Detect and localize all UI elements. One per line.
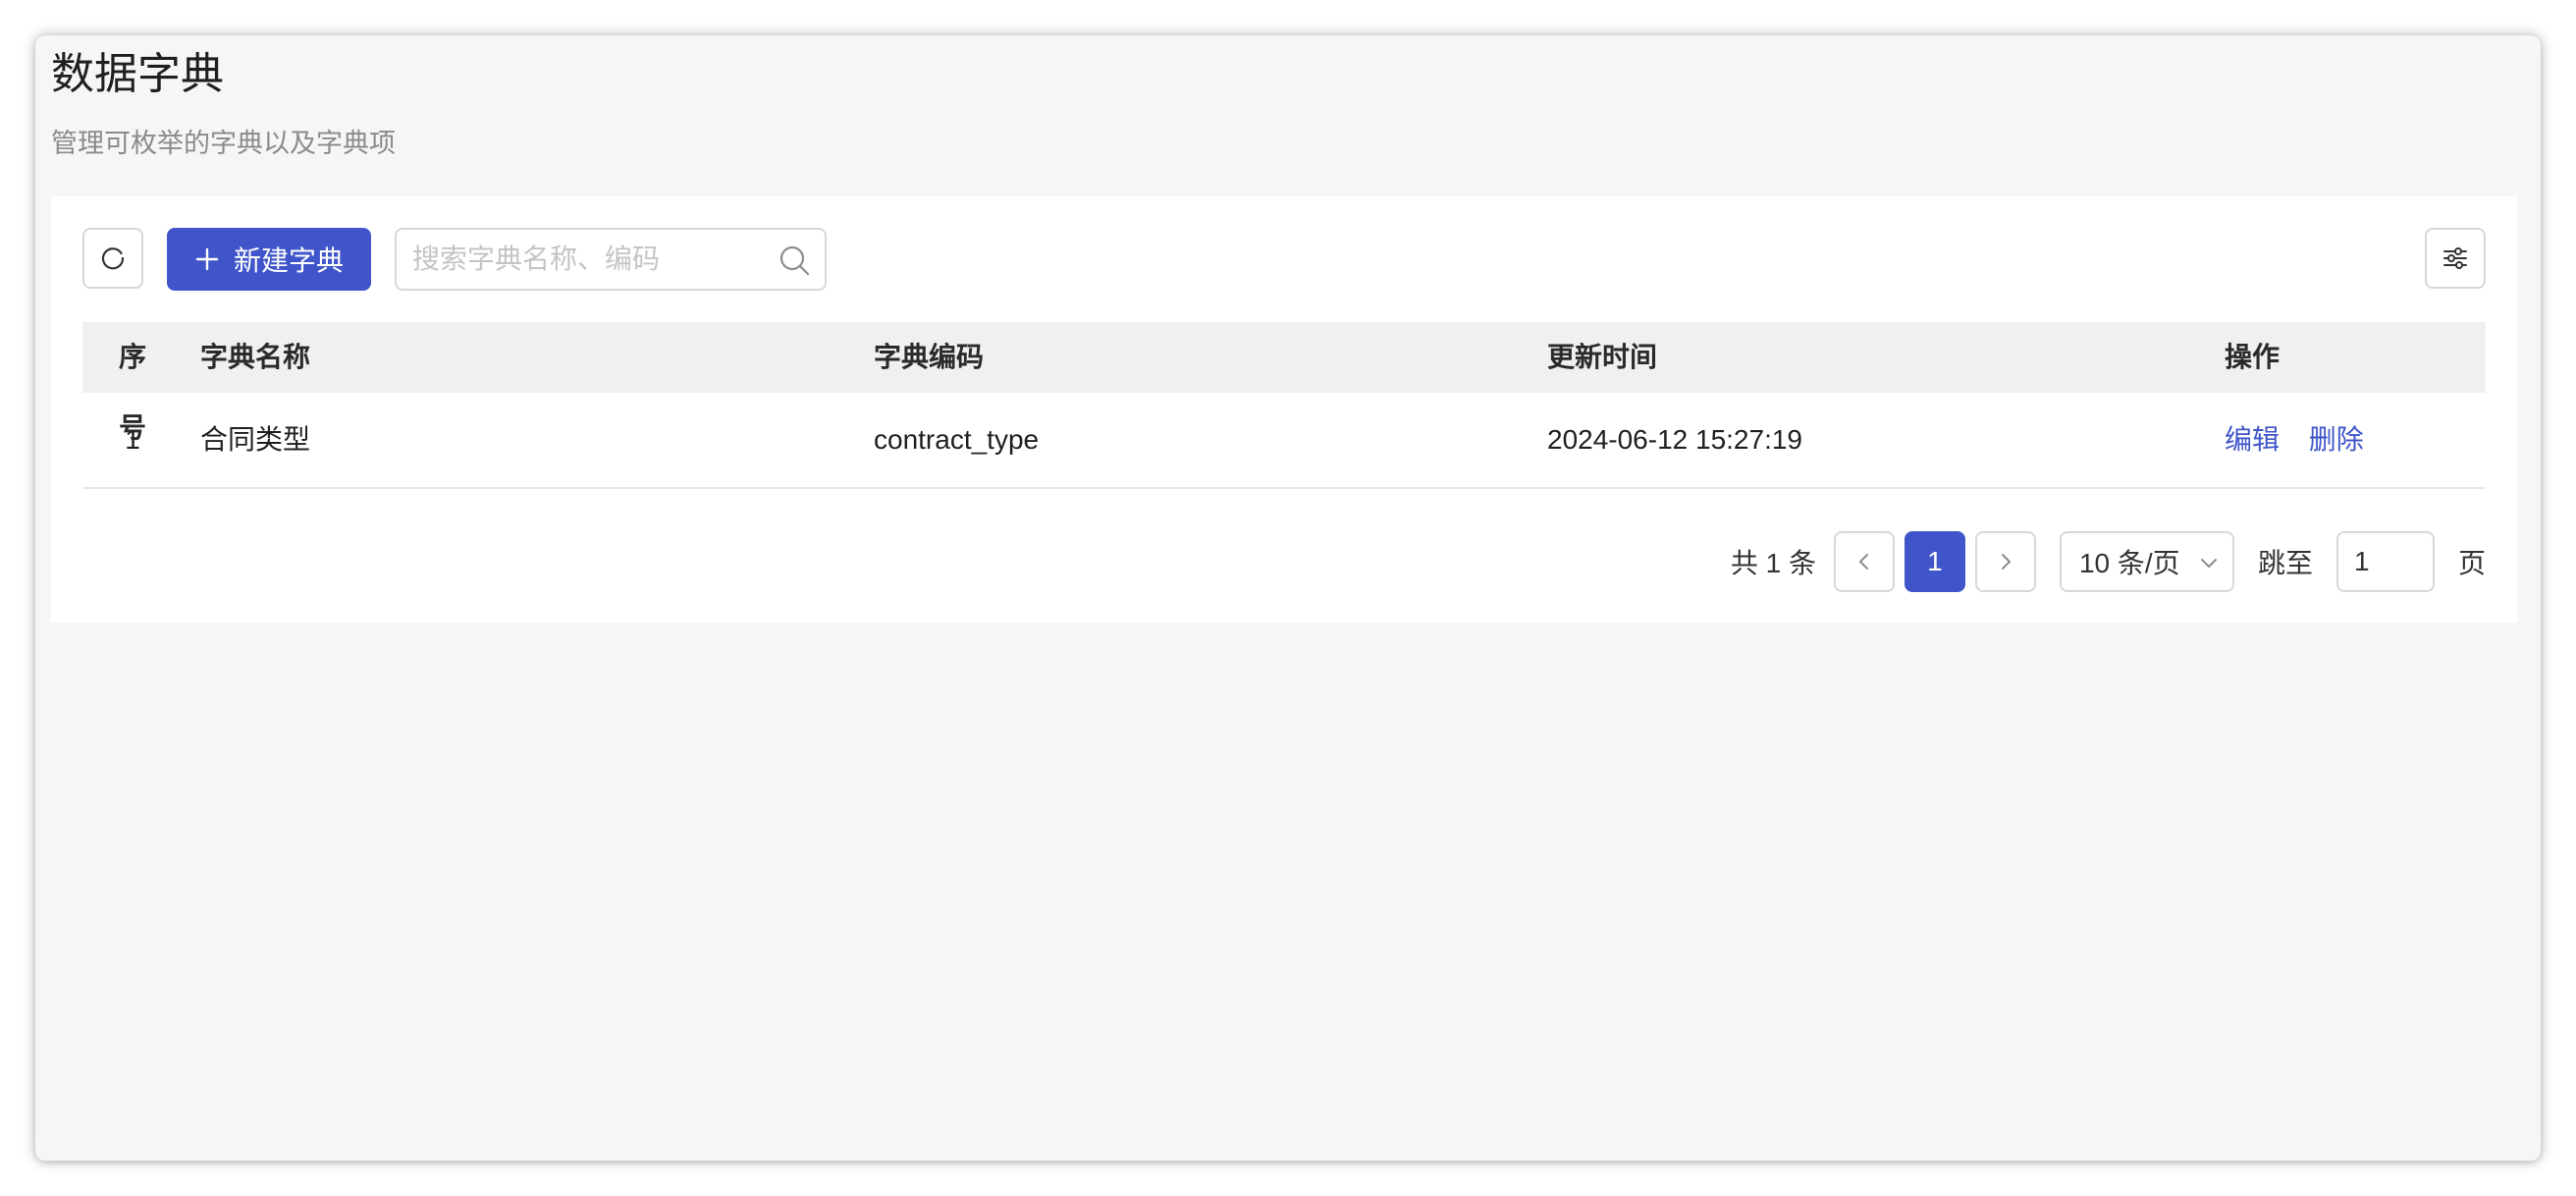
page-button-current[interactable]: 1: [1904, 531, 1965, 592]
column-header-name: 字典名称: [200, 342, 311, 372]
dictionary-table: 序号 字典名称 字典编码 更新时间 操作 1 合同类型 contract_typ…: [82, 322, 2486, 489]
pagination-total: 共 1 条: [1730, 548, 1816, 578]
column-header-updated: 更新时间: [1547, 342, 1658, 372]
content-card: 新建字典 序号 字典名称: [51, 196, 2517, 623]
page-size-value: 10 条/页: [2078, 548, 2180, 578]
cell-updated: 2024-06-12 15:27:19: [1547, 424, 1802, 455]
cell-name: 合同类型: [200, 424, 311, 455]
chevron-left-icon: [1858, 554, 1868, 570]
delete-link[interactable]: 删除: [2309, 424, 2364, 455]
table-header: 序号 字典名称 字典编码 更新时间 操作: [82, 322, 2486, 443]
page-title: 数据字典: [51, 50, 224, 98]
create-dictionary-button[interactable]: 新建字典: [167, 228, 371, 291]
column-header-actions: 操作: [2225, 342, 2281, 372]
refresh-icon: [101, 247, 125, 270]
page-size-select[interactable]: 10 条/页: [2059, 531, 2234, 592]
page-unit-label: 页: [2457, 548, 2486, 578]
table-row: 1 合同类型 contract_type 2024-06-12 15:27:19…: [82, 393, 2486, 489]
app-window: 数据字典 管理可枚举的字典以及字典项 新建字典 搜索字典名称、编码 序号 字典名…: [35, 35, 2541, 1161]
column-header-code: 字典编码: [874, 342, 985, 372]
chevron-right-icon: [2001, 554, 2011, 570]
plus-icon: [195, 247, 219, 271]
page-subtitle: 管理可枚举的字典以及字典项: [51, 129, 396, 158]
sliders-icon: [2443, 247, 2467, 269]
column-settings-button[interactable]: [2425, 228, 2486, 289]
edit-link[interactable]: 编辑: [2225, 424, 2280, 455]
create-dictionary-label: 新建字典: [233, 245, 344, 276]
search-box: [395, 228, 827, 291]
jump-page-input[interactable]: [2335, 531, 2435, 592]
search-input[interactable]: [412, 230, 766, 289]
search-icon[interactable]: [778, 244, 811, 277]
cell-index: 1: [125, 424, 140, 455]
refresh-button[interactable]: [82, 228, 143, 289]
cell-actions: 编辑 删除: [2225, 393, 2386, 487]
next-page-button[interactable]: [1974, 531, 2036, 592]
chevron-down-icon: [2200, 559, 2217, 568]
pagination: 共 1 条 1 10 条/页 跳至 页: [1731, 530, 2486, 593]
prev-page-button[interactable]: [1833, 531, 1895, 592]
jump-to-label: 跳至: [2257, 548, 2313, 578]
cell-code: contract_type: [874, 424, 1040, 455]
toolbar: 新建字典: [82, 228, 2486, 291]
